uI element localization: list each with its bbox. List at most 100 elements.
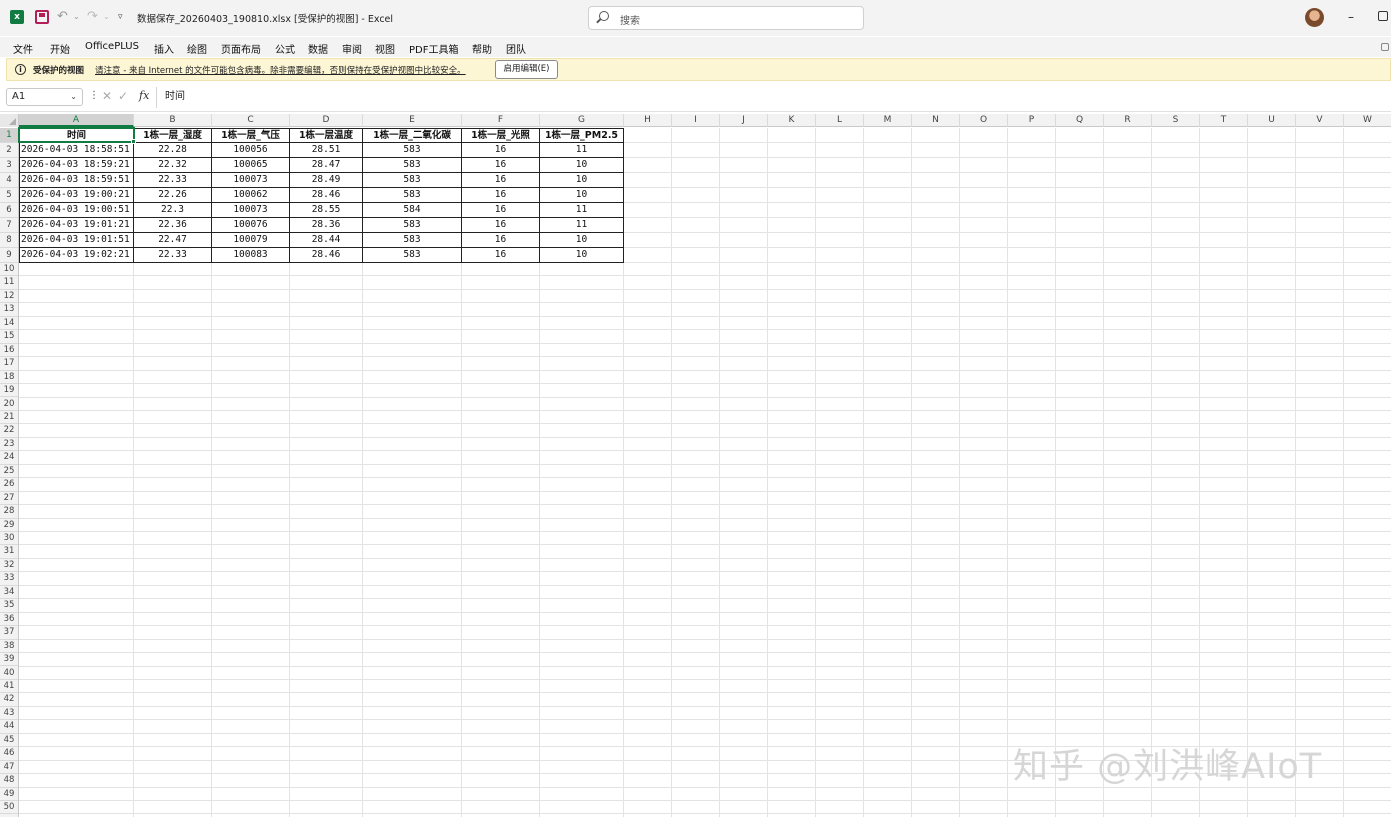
data-cell[interactable]: 2026-04-03 19:02:21 [19, 248, 134, 263]
column-header-f[interactable]: F [462, 114, 540, 127]
save-icon[interactable] [35, 10, 49, 24]
row-header[interactable]: 31 [0, 545, 18, 559]
column-header-o[interactable]: O [960, 114, 1008, 127]
data-cell[interactable]: 16 [462, 248, 540, 263]
menu-insert[interactable]: 插入 [154, 41, 174, 56]
data-cell[interactable]: 100076 [212, 218, 290, 233]
row-header[interactable]: 7 [0, 218, 18, 233]
data-cell[interactable]: 2026-04-03 18:59:51 [19, 173, 134, 188]
data-cell[interactable]: 22.47 [134, 233, 212, 248]
chevron-down-icon[interactable]: ⌄ [70, 89, 77, 105]
row-header[interactable]: 3 [0, 158, 18, 173]
column-header-s[interactable]: S [1152, 114, 1200, 127]
row-header[interactable]: 9 [0, 248, 18, 263]
row-header[interactable]: 23 [0, 438, 18, 452]
data-cell[interactable]: 10 [540, 248, 624, 263]
data-cell[interactable]: 28.46 [290, 248, 363, 263]
row-header[interactable]: 38 [0, 640, 18, 654]
data-cell[interactable]: 28.47 [290, 158, 363, 173]
confirm-icon[interactable]: ✓ [118, 89, 128, 103]
data-cell[interactable]: 10 [540, 188, 624, 203]
data-cell[interactable]: 22.3 [134, 203, 212, 218]
row-header[interactable]: 37 [0, 626, 18, 640]
row-header[interactable]: 21 [0, 411, 18, 425]
data-cell[interactable]: 2026-04-03 19:00:51 [19, 203, 134, 218]
data-cell[interactable]: 16 [462, 203, 540, 218]
header-cell[interactable]: 1栋一层_气压 [212, 128, 290, 143]
data-cell[interactable]: 22.33 [134, 248, 212, 263]
column-header-v[interactable]: V [1296, 114, 1344, 127]
column-header-i[interactable]: I [672, 114, 720, 127]
data-cell[interactable]: 2026-04-03 18:59:21 [19, 158, 134, 173]
undo-icon[interactable]: ↶ [57, 10, 71, 24]
row-header[interactable]: 29 [0, 519, 18, 532]
data-cell[interactable]: 583 [363, 173, 462, 188]
data-cell[interactable]: 28.51 [290, 143, 363, 158]
more-options-icon[interactable]: ⋮ [89, 90, 99, 101]
column-header-t[interactable]: T [1200, 114, 1248, 127]
data-cell[interactable]: 22.32 [134, 158, 212, 173]
undo-dropdown-icon[interactable]: ⌄ [73, 10, 81, 24]
data-cell[interactable]: 11 [540, 143, 624, 158]
data-cell[interactable]: 10 [540, 173, 624, 188]
row-header[interactable]: 5 [0, 188, 18, 203]
data-cell[interactable]: 2026-04-03 19:01:21 [19, 218, 134, 233]
menu-data[interactable]: 数据 [308, 41, 328, 56]
column-header-g[interactable]: G [540, 114, 624, 127]
row-header[interactable]: 18 [0, 371, 18, 385]
data-cell[interactable]: 100062 [212, 188, 290, 203]
row-header[interactable]: 25 [0, 465, 18, 479]
restore-button[interactable] [1378, 11, 1388, 21]
search-input[interactable]: 搜索 [588, 6, 864, 30]
column-header-b[interactable]: B [134, 114, 212, 127]
row-header[interactable]: 1 [0, 128, 18, 143]
menu-formulas[interactable]: 公式 [275, 41, 295, 56]
row-header[interactable]: 14 [0, 317, 18, 331]
menu-help[interactable]: 帮助 [472, 41, 492, 56]
row-header[interactable]: 30 [0, 532, 18, 546]
formula-input[interactable]: 时间 [156, 87, 1391, 108]
menu-view[interactable]: 视图 [375, 41, 395, 56]
data-cell[interactable]: 16 [462, 188, 540, 203]
row-header[interactable]: 15 [0, 330, 18, 344]
column-header-e[interactable]: E [363, 114, 462, 127]
row-header[interactable]: 35 [0, 599, 18, 613]
column-header-j[interactable]: J [720, 114, 768, 127]
data-cell[interactable]: 2026-04-03 18:58:51 [19, 143, 134, 158]
data-cell[interactable]: 22.33 [134, 173, 212, 188]
menu-team[interactable]: 团队 [506, 41, 526, 56]
column-header-n[interactable]: N [912, 114, 960, 127]
data-cell[interactable]: 22.28 [134, 143, 212, 158]
row-header[interactable]: 6 [0, 203, 18, 218]
row-header[interactable]: 45 [0, 734, 18, 748]
menu-home[interactable]: 开始 [50, 41, 70, 56]
protected-view-message[interactable]: 请注意 - 来自 Internet 的文件可能包含病毒。除非需要编辑，否则保持在… [95, 64, 466, 76]
column-header-m[interactable]: M [864, 114, 912, 127]
fill-handle[interactable] [131, 139, 136, 144]
row-header[interactable]: 40 [0, 667, 18, 680]
data-cell[interactable]: 583 [363, 233, 462, 248]
ribbon-display-icon[interactable] [1381, 43, 1389, 51]
data-cell[interactable]: 100073 [212, 173, 290, 188]
select-all-button[interactable] [0, 114, 19, 127]
row-header[interactable]: 2 [0, 143, 18, 158]
data-cell[interactable]: 100073 [212, 203, 290, 218]
data-cell[interactable]: 100083 [212, 248, 290, 263]
data-cell[interactable]: 28.44 [290, 233, 363, 248]
row-header[interactable]: 19 [0, 384, 18, 398]
row-header[interactable]: 17 [0, 357, 18, 371]
data-cell[interactable]: 16 [462, 143, 540, 158]
header-cell[interactable]: 1栋一层_PM2.5 [540, 128, 624, 143]
row-header[interactable]: 43 [0, 707, 18, 721]
column-header-q[interactable]: Q [1056, 114, 1104, 127]
data-cell[interactable]: 100065 [212, 158, 290, 173]
customize-toolbar-icon[interactable]: ▿ [118, 10, 128, 24]
worksheet-grid[interactable]: ABCDEFGHIJKLMNOPQRSTUVW 1 2 3 4 5 6 7 8 9 10 11 12 1… [0, 114, 1391, 817]
data-cell[interactable]: 583 [363, 188, 462, 203]
row-header[interactable]: 49 [0, 788, 18, 801]
data-cell[interactable]: 2026-04-03 19:00:21 [19, 188, 134, 203]
menu-page-layout[interactable]: 页面布局 [221, 41, 261, 56]
row-header[interactable]: 32 [0, 559, 18, 573]
header-cell[interactable]: 1栋一层_湿度 [134, 128, 212, 143]
redo-icon[interactable]: ↷ [87, 10, 101, 24]
